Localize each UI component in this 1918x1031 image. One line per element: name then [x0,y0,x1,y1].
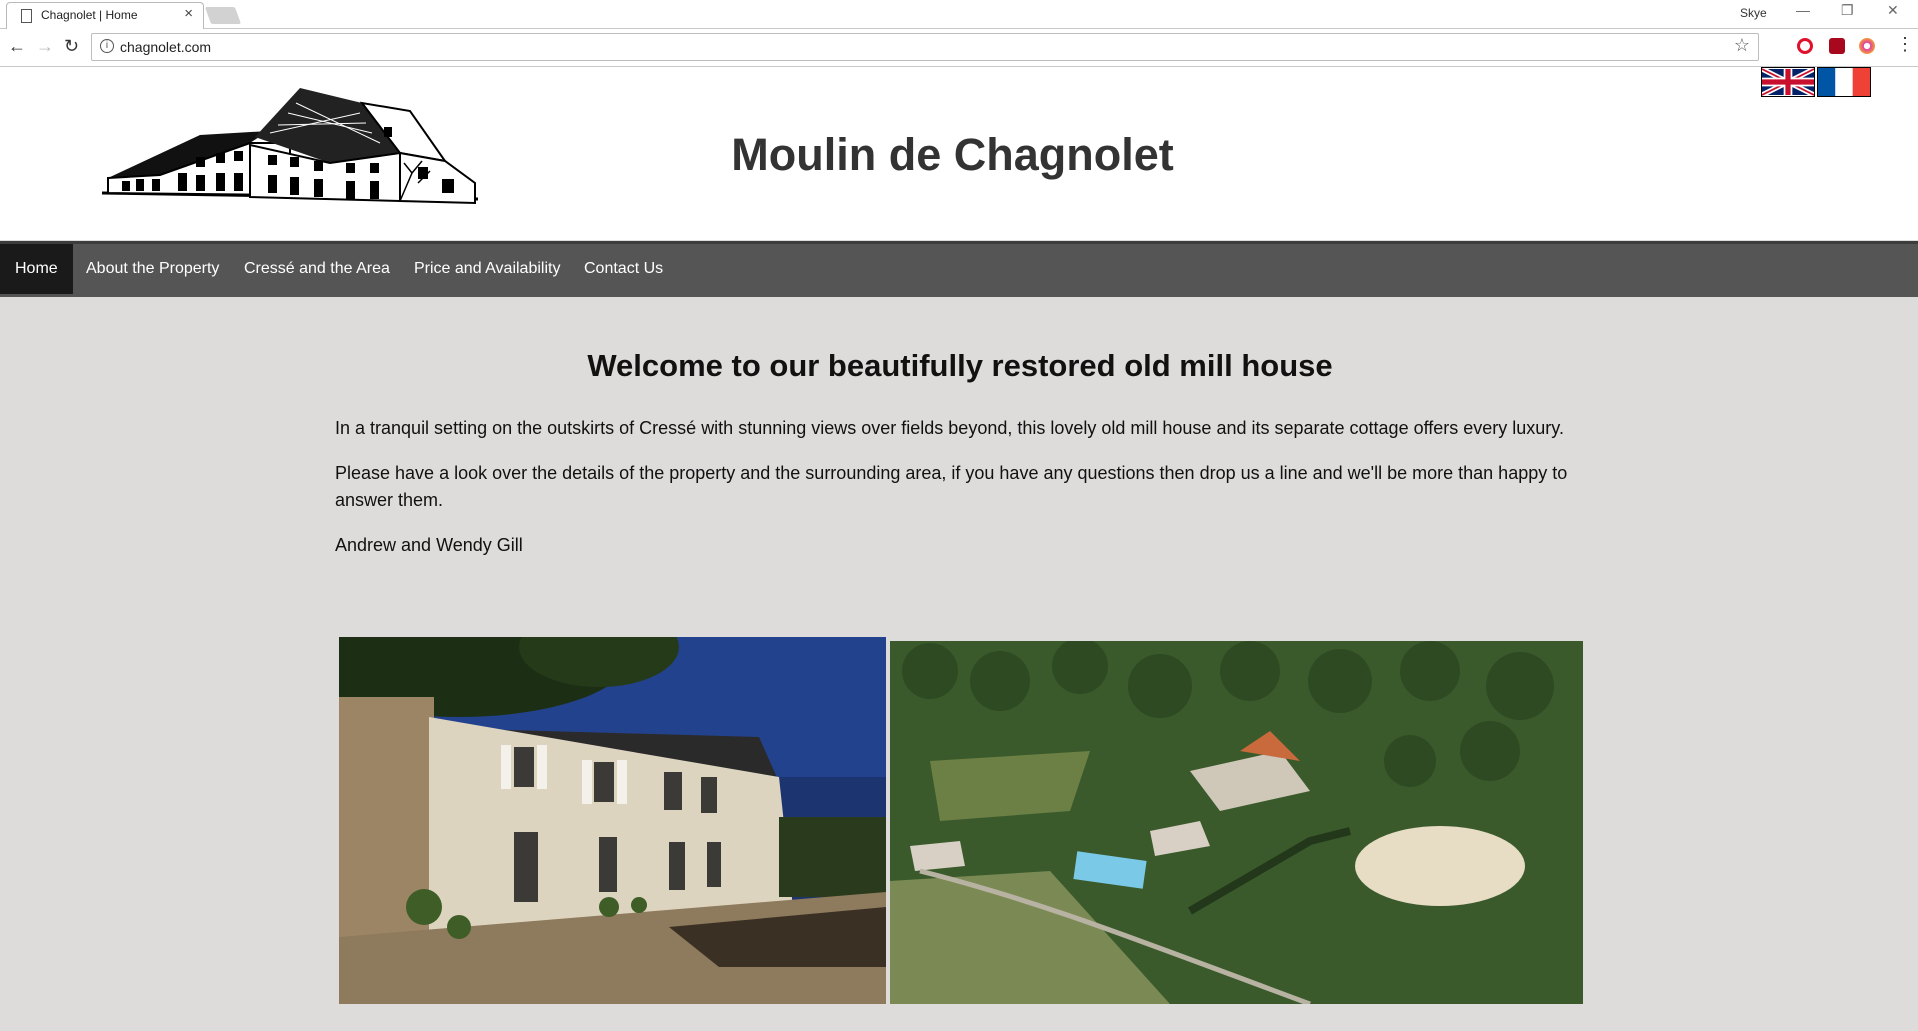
signature-paragraph: Andrew and Wendy Gill [335,535,523,555]
tab-close-icon[interactable]: × [184,5,193,22]
intro-paragraph: In a tranquil setting on the outskirts o… [335,418,1564,438]
aerial-view-photo [890,641,1583,1004]
french-flag-icon[interactable] [1817,67,1871,97]
new-tab-button[interactable] [204,7,242,24]
browser-menu-icon[interactable]: ⋮ [1896,34,1914,55]
info-icon[interactable]: i [100,39,114,53]
nav-item-contact-us[interactable]: Contact Us [569,244,678,294]
details-paragraph: Please have a look over the details of t… [335,463,1568,510]
main-navigation: Home About the Property Cressé and the A… [0,241,1918,297]
restore-icon[interactable]: ❐ [1841,2,1854,19]
opera-extension-icon[interactable] [1797,38,1813,54]
instagram-extension-icon[interactable] [1859,38,1875,54]
ublock-extension-icon[interactable] [1829,38,1845,54]
nav-item-home[interactable]: Home [0,244,73,294]
nav-item-cresse-area[interactable]: Cressé and the Area [229,244,405,294]
address-bar[interactable]: i chagnolet.com ☆ [91,33,1759,61]
site-header: Moulin de Chagnolet [0,67,1918,240]
back-icon[interactable]: ← [8,36,26,57]
nav-item-about-property[interactable]: About the Property [71,244,234,294]
forward-icon[interactable]: → [36,36,54,57]
browser-tab[interactable]: Chagnolet | Home × [6,2,204,29]
minimize-icon[interactable]: — [1796,2,1810,18]
browser-tab-bar: Chagnolet | Home × Skye — ❐ ✕ [0,0,1918,29]
mill-house-photo [339,637,886,1004]
bookmark-star-icon[interactable]: ☆ [1734,35,1750,56]
nav-item-price-availability[interactable]: Price and Availability [399,244,575,294]
page-icon [21,9,32,23]
profile-name[interactable]: Skye [1740,6,1767,20]
close-window-icon[interactable]: ✕ [1887,2,1899,19]
url-text[interactable]: chagnolet.com [120,39,211,55]
reload-icon[interactable]: ↻ [64,36,79,57]
browser-toolbar: ← → ↻ i chagnolet.com ☆ ⋮ [0,29,1918,67]
welcome-heading: Welcome to our beautifully restored old … [587,348,1333,383]
tab-title: Chagnolet | Home [41,8,138,22]
english-flag-icon[interactable] [1761,67,1815,97]
site-title: Moulin de Chagnolet [731,129,1174,180]
